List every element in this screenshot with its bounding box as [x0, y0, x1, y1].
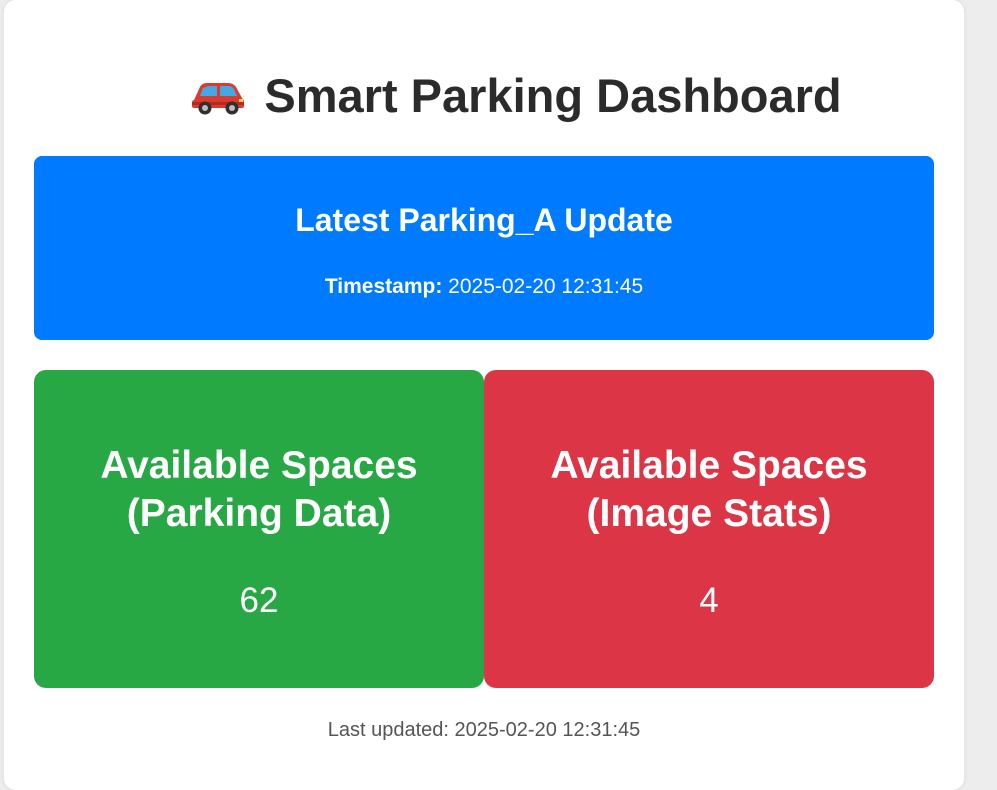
stat-title-line2: (Parking Data) [126, 492, 392, 535]
stat-title: Available Spaces (Parking Data) [34, 442, 484, 538]
latest-update-heading: Latest Parking_A Update [295, 202, 673, 238]
image-stats-stat-card: Available Spaces (Image Stats) 4 [484, 370, 934, 688]
latest-timestamp: Timestamp: 2025-02-20 12:31:45 [34, 274, 934, 300]
timestamp-value: 2025-02-20 12:31:45 [448, 275, 644, 298]
last-updated-timestamp: 2025-02-20 12:31:45 [454, 719, 641, 741]
car-icon [192, 83, 245, 115]
page-title: Smart Parking Dashboard [4, 67, 997, 125]
stat-title: Available Spaces (Image Stats) [484, 442, 934, 538]
last-updated-footer: Last updated: 2025-02-20 12:31:45 [4, 718, 964, 742]
latest-update-panel: Latest Parking_A Update Timestamp: 2025-… [34, 156, 934, 340]
stat-title-line1: Available Spaces [550, 444, 868, 487]
parking-data-stat-card: Available Spaces (Parking Data) 62 [34, 370, 484, 688]
page-title-text: Smart Parking Dashboard [264, 69, 842, 122]
stat-title-line2: (Image Stats) [586, 492, 832, 535]
stat-title-line1: Available Spaces [100, 444, 418, 487]
last-updated-label: Last updated: [327, 719, 449, 741]
timestamp-label: Timestamp: [324, 275, 443, 298]
stat-value: 62 [239, 581, 279, 620]
dashboard-container: Smart Parking Dashboard Latest Parking_A… [4, 0, 964, 790]
stat-value: 4 [699, 581, 719, 620]
